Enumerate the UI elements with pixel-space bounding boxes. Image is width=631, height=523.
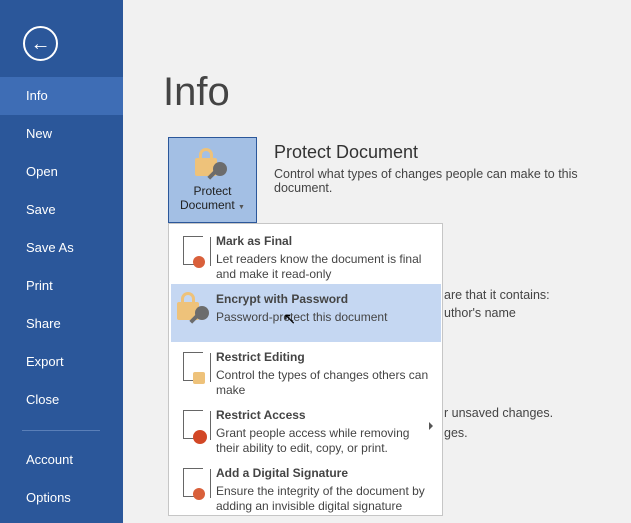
protect-title: Protect Document xyxy=(274,142,419,162)
menu-item-restrict-editing[interactable]: Restrict Editing Control the types of ch… xyxy=(171,342,441,400)
sidebar: ← Info New Open Save Save As Print Share… xyxy=(0,0,123,523)
lock-key-icon xyxy=(194,148,231,182)
page-title: Info xyxy=(163,70,230,114)
menu-item-title: Mark as Final xyxy=(216,234,293,248)
menu-item-title: Encrypt with Password xyxy=(216,292,349,306)
sidebar-item-info[interactable]: Info xyxy=(0,77,123,115)
sidebar-divider xyxy=(22,430,100,431)
protect-document-menu: Mark as Final Let readers know the docum… xyxy=(168,223,443,516)
sidebar-item-new[interactable]: New xyxy=(0,115,123,153)
menu-item-description: Let readers know the document is final a… xyxy=(216,252,422,281)
protect-document-button[interactable]: Protect Document ▼ xyxy=(168,137,257,223)
ribbon-badge-icon xyxy=(193,256,205,268)
protect-label-1: Protect xyxy=(193,184,232,198)
no-entry-badge-icon xyxy=(193,430,207,444)
sidebar-item-share[interactable]: Share xyxy=(0,305,123,343)
lock-key-icon xyxy=(177,292,213,326)
menu-item-title: Add a Digital Signature xyxy=(216,466,349,480)
sidebar-item-options[interactable]: Options xyxy=(0,479,123,517)
lock-badge-icon xyxy=(193,372,205,384)
sidebar-item-close[interactable]: Close xyxy=(0,381,123,419)
menu-item-add-digital-signature[interactable]: Add a Digital Signature Ensure the integ… xyxy=(171,458,441,516)
menu-item-title: Restrict Access xyxy=(216,408,306,422)
sidebar-item-export[interactable]: Export xyxy=(0,343,123,381)
sidebar-item-account[interactable]: Account xyxy=(0,441,123,479)
back-arrow-icon[interactable]: ← xyxy=(23,26,58,61)
menu-item-description: Ensure the integrity of the document by … xyxy=(216,484,425,513)
sidebar-item-save[interactable]: Save xyxy=(0,191,123,229)
menu-item-restrict-access[interactable]: Restrict Access Grant people access whil… xyxy=(171,400,441,458)
menu-item-encrypt-with-password[interactable]: Encrypt with Password Password-protect t… xyxy=(171,284,441,342)
dropdown-caret-icon: ▼ xyxy=(238,204,245,211)
ribbon-badge-icon xyxy=(193,488,205,500)
background-text: r unsaved changes. xyxy=(444,406,554,420)
submenu-arrow-icon xyxy=(429,422,433,430)
menu-item-title: Restrict Editing xyxy=(216,350,305,364)
sidebar-item-save-as[interactable]: Save As xyxy=(0,229,123,267)
mouse-cursor-icon: ↖ xyxy=(283,311,297,328)
protect-description: Control what types of changes people can… xyxy=(274,167,578,195)
background-text: ges. xyxy=(444,426,468,440)
background-text: uthor's name xyxy=(444,306,516,320)
sidebar-item-open[interactable]: Open xyxy=(0,153,123,191)
menu-item-mark-as-final[interactable]: Mark as Final Let readers know the docum… xyxy=(171,226,441,284)
sidebar-item-print[interactable]: Print xyxy=(0,267,123,305)
protect-label-2: Document xyxy=(180,198,235,212)
menu-item-description: Grant people access while removing their… xyxy=(216,426,410,455)
menu-item-description: Control the types of changes others can … xyxy=(216,368,429,397)
background-text: are that it contains: xyxy=(444,288,550,302)
menu-item-description: Password-protect this document xyxy=(216,310,388,324)
